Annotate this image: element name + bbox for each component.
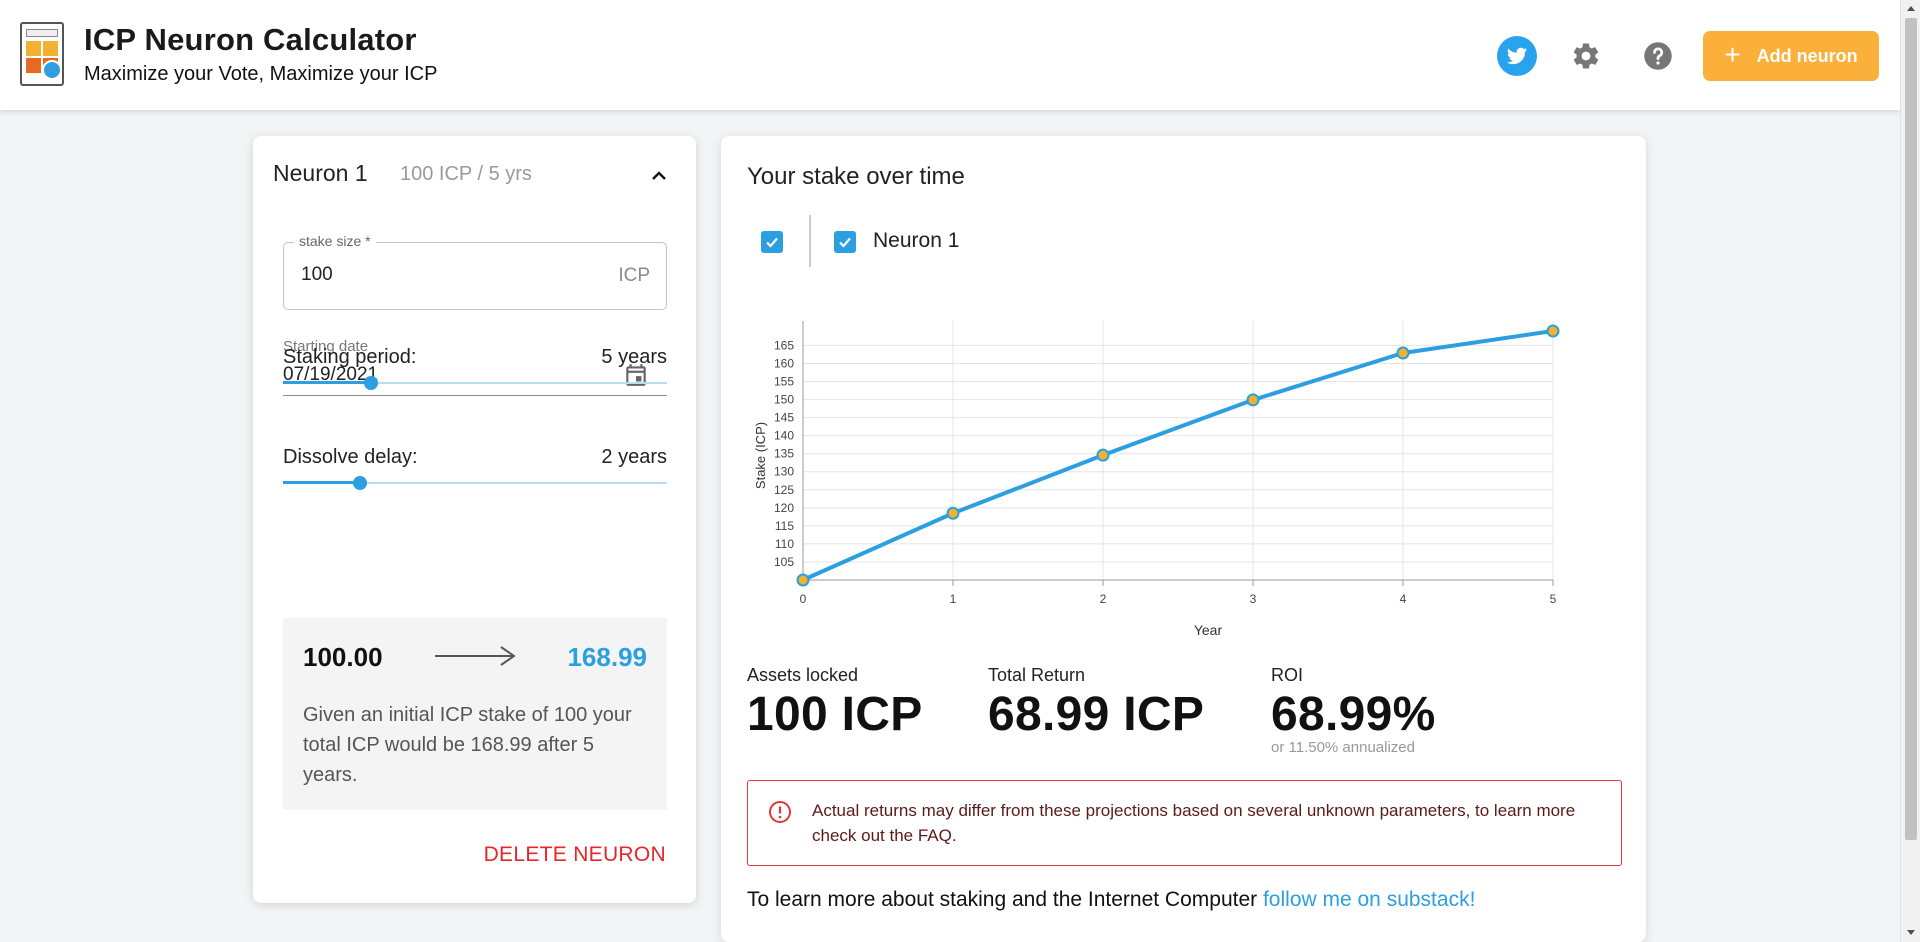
projection-warning: Actual returns may differ from these pro… [747,780,1622,866]
y-tick-label: 165 [774,338,794,352]
dissolve-delay-thumb[interactable] [353,476,367,490]
y-tick-label: 150 [774,393,794,407]
scroll-down-arrow-icon[interactable] [1907,930,1915,935]
final-stake-value: 168.99 [567,642,647,673]
roi-value: 68.99% [1271,687,1436,742]
x-tick-label: 3 [1250,592,1257,606]
result-summary: 100.00 168.99 Given an initial ICP stake… [283,618,667,810]
page-scrollbar[interactable] [1900,0,1920,942]
x-tick-label: 2 [1100,592,1107,606]
data-point [798,575,809,586]
scrollbar-thumb[interactable] [1905,18,1917,840]
app-subtitle: Maximize your Vote, Maximize your ICP [84,63,437,86]
scroll-up-arrow-icon[interactable] [1907,6,1915,11]
neuron-summary: 100 ICP / 5 yrs [400,163,532,186]
assets-locked-label: Assets locked [747,665,858,686]
stake-size-input[interactable]: 100 [301,264,333,286]
y-tick-label: 120 [774,501,794,515]
help-icon [1643,41,1673,71]
x-axis-title: Year [1194,622,1223,638]
twitter-button[interactable] [1497,36,1537,76]
app-title: ICP Neuron Calculator [84,22,417,58]
checkmark-icon [764,234,780,250]
checkmark-icon [837,234,853,250]
y-tick-label: 115 [775,519,794,533]
y-tick-label: 110 [775,537,794,551]
stake-over-time-card: Your stake over time Neuron 1 1051101151… [721,136,1646,942]
initial-stake-value: 100.00 [303,642,383,673]
staking-period-slider[interactable] [283,373,667,393]
data-point [948,508,959,519]
substack-link[interactable]: follow me on substack! [1263,888,1475,911]
delete-neuron-button[interactable]: DELETE NEURON [484,843,666,867]
roi-label: ROI [1271,665,1303,686]
total-return-value: 68.99 ICP [988,687,1204,742]
dissolve-delay-label: Dissolve delay: [283,446,418,469]
y-tick-label: 155 [774,375,794,389]
dissolve-delay-slider[interactable] [283,473,667,493]
y-tick-label: 130 [774,465,794,479]
neuron-1-checkbox[interactable] [834,231,856,253]
legend-divider [809,215,811,267]
data-point [1098,450,1109,461]
neuron-card: Neuron 1 100 ICP / 5 yrs stake size * 10… [253,136,696,903]
gear-icon [1571,41,1601,71]
x-tick-label: 0 [800,592,807,606]
data-point [1398,348,1409,359]
y-tick-label: 160 [774,356,794,370]
dissolve-delay-value: 2 years [601,446,667,469]
staking-period-value: 5 years [601,346,667,369]
staking-period-label: Staking period: [283,346,416,369]
neuron-1-legend-label: Neuron 1 [873,229,959,253]
select-all-checkbox[interactable] [761,231,783,253]
y-tick-label: 135 [774,447,794,461]
learn-more-prefix: To learn more about staking and the Inte… [747,888,1263,911]
roi-annualized-note: or 11.50% annualized [1271,739,1415,756]
add-neuron-label: Add neuron [1757,46,1858,67]
y-tick-label: 140 [774,429,794,443]
assets-locked-value: 100 ICP [747,687,923,742]
x-tick-label: 4 [1400,592,1407,606]
error-outline-icon [768,800,792,824]
date-underline [283,395,667,396]
calculator-logo-icon [20,22,64,86]
arrow-right-icon [433,642,517,670]
data-point [1548,326,1559,337]
stake-size-field[interactable]: stake size * 100 ICP [283,242,667,310]
x-tick-label: 5 [1550,592,1557,606]
y-axis-title: Stake (ICP) [753,422,768,489]
series-line [803,331,1553,580]
staking-period-row: Staking period: 5 years [283,346,667,369]
warning-text: Actual returns may differ from these pro… [812,798,1602,848]
stake-unit: ICP [618,265,650,287]
neuron-title: Neuron 1 [273,160,368,187]
y-tick-label: 145 [774,411,794,425]
add-neuron-button[interactable]: + Add neuron [1703,31,1879,81]
twitter-icon [1506,45,1528,67]
total-return-label: Total Return [988,665,1085,686]
settings-button[interactable] [1568,38,1604,74]
x-tick-label: 1 [950,592,957,606]
learn-more-text: To learn more about staking and the Inte… [747,888,1475,912]
staking-period-thumb[interactable] [364,376,378,390]
help-button[interactable] [1640,38,1676,74]
plus-icon: + [1724,41,1740,69]
y-tick-label: 105 [774,555,794,569]
dissolve-delay-row: Dissolve delay: 2 years [283,446,667,469]
result-description: Given an initial ICP stake of 100 your t… [303,700,643,790]
stake-size-label: stake size * [294,233,376,249]
y-tick-label: 125 [774,483,794,497]
data-point [1248,394,1259,405]
chevron-up-icon[interactable] [649,166,669,186]
stake-chart-title: Your stake over time [747,163,965,191]
app-header: ICP Neuron Calculator Maximize your Vote… [0,0,1900,110]
